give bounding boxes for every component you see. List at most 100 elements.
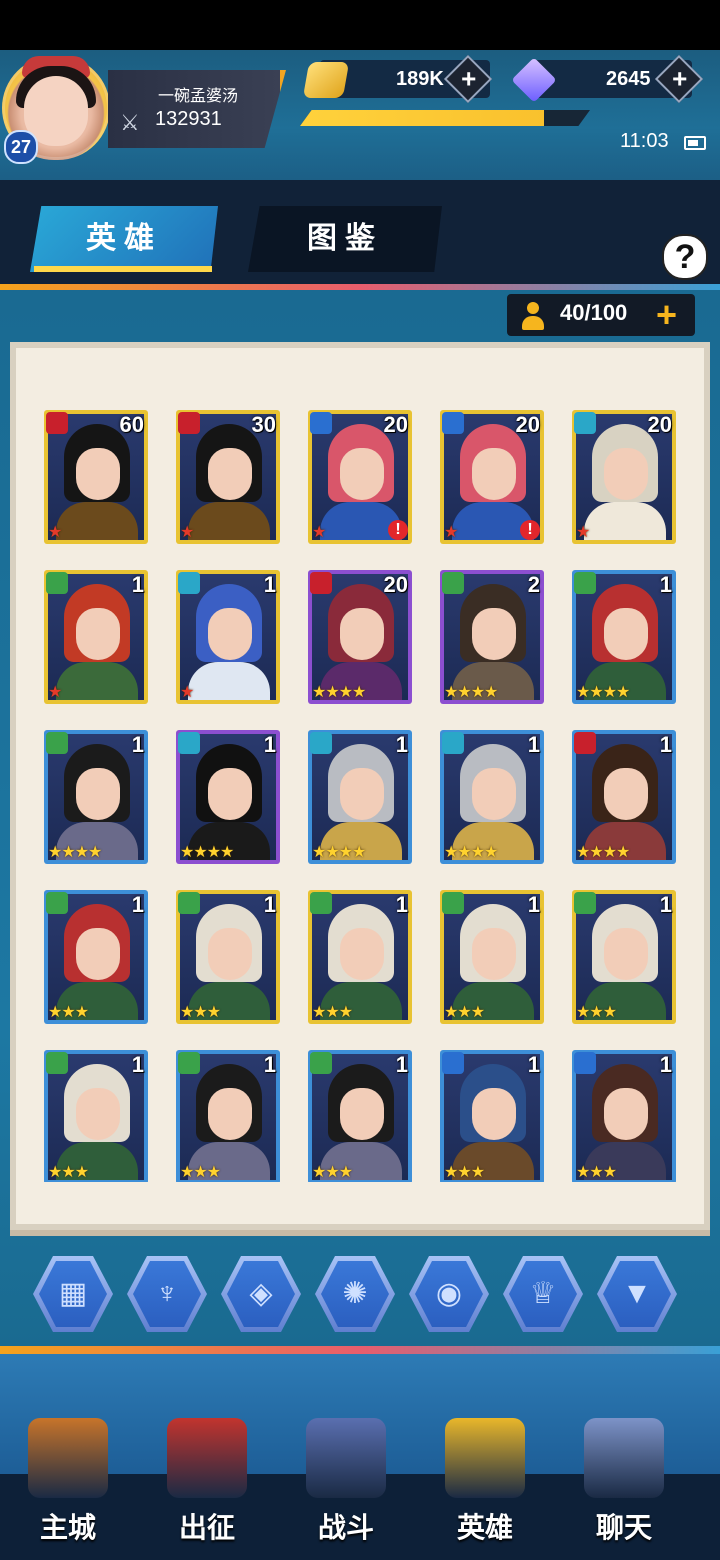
hero-level: 1	[527, 892, 540, 917]
hero-stars: ★	[180, 684, 194, 701]
alert-icon: !	[388, 520, 408, 540]
hero-card[interactable]: 1 ★★★	[572, 890, 676, 1024]
faction-icon	[178, 572, 200, 594]
hero-card[interactable]: 1 ★★★	[440, 890, 544, 1024]
hero-level: 1	[659, 892, 672, 917]
hero-card[interactable]: 1 ★★★	[572, 1050, 676, 1182]
hero-stars: ★	[48, 524, 62, 541]
battery-icon	[684, 136, 706, 150]
gem-value: 2645	[606, 68, 651, 90]
hero-face	[208, 928, 252, 980]
hero-card[interactable]: 1 ★★★	[44, 1050, 148, 1182]
hero-level: 1	[263, 732, 276, 757]
hero-card[interactable]: 1 ★★★	[176, 890, 280, 1024]
hero-card[interactable]: 20 ★!	[440, 410, 544, 544]
hero-card[interactable]: 1 ★★★	[176, 1050, 280, 1182]
hero-face	[604, 448, 648, 500]
gold-icon	[302, 62, 350, 98]
ship-icon[interactable]	[167, 1418, 247, 1498]
hero-stars: ★	[576, 524, 590, 541]
hero-card[interactable]: 1 ★★★	[440, 1050, 544, 1182]
hero-card[interactable]: 1 ★★★★	[440, 730, 544, 864]
hero-stars: ★★★	[312, 1164, 353, 1181]
hero-face	[208, 448, 252, 500]
hero-card[interactable]: 20 ★★★★	[308, 570, 412, 704]
experience-fill	[300, 110, 544, 126]
faction-icon	[46, 572, 68, 594]
chat-icon[interactable]	[584, 1418, 664, 1498]
faction-icon	[46, 412, 68, 434]
faction-icon	[442, 1052, 464, 1074]
faction-icon	[178, 412, 200, 434]
hero-card[interactable]: 1 ★	[44, 570, 148, 704]
hero-card[interactable]: 2 ★★★★	[440, 570, 544, 704]
hero-card[interactable]: 20 ★	[572, 410, 676, 544]
hero-face	[76, 928, 120, 980]
hero-level: 1	[263, 1052, 276, 1077]
filter-icon: ♕	[509, 1261, 577, 1327]
nav-label[interactable]: 聊天	[564, 1506, 684, 1546]
faction-icon	[442, 892, 464, 914]
hero-grid[interactable]: 60 ★ 30 ★ 20 ★! 20 ★! 20 ★ 1 ★ 1 ★ 20 ★★★★ 2 ★★★★ 1 ★★★★ 1 ★★…	[44, 410, 680, 1182]
hero-stars: ★★★	[312, 1004, 353, 1021]
faction-icon	[574, 572, 596, 594]
hero-level: 30	[251, 412, 276, 437]
player-level-badge: 27	[4, 130, 38, 164]
hero-card[interactable]: 1 ★★★★	[308, 730, 412, 864]
player-power: 132931	[155, 108, 222, 130]
faction-icon	[178, 732, 200, 754]
hero-level: 1	[527, 732, 540, 757]
hero-face	[208, 1088, 252, 1140]
hero-level: 1	[263, 572, 276, 597]
hero-card[interactable]: 1 ★★★	[308, 1050, 412, 1182]
swords-icon[interactable]	[306, 1418, 386, 1498]
hero-face	[208, 608, 252, 660]
help-button[interactable]: ?	[662, 234, 708, 280]
hero-capacity-value: 40/100	[560, 300, 628, 325]
plus-icon: +	[461, 63, 477, 94]
hero-card[interactable]: 1 ★★★★	[176, 730, 280, 864]
hero-card[interactable]: 1 ★★★	[44, 890, 148, 1024]
hero-card[interactable]: 1 ★★★	[308, 890, 412, 1024]
faction-icon	[310, 732, 332, 754]
hero-stars: ★	[312, 524, 326, 541]
tab-codex[interactable]: 图鉴	[248, 206, 442, 272]
gold-value: 189K	[396, 68, 444, 90]
hero-card[interactable]: 1 ★★★★	[572, 730, 676, 864]
expand-capacity-button[interactable]: +	[656, 296, 677, 334]
hero-stars: ★★★	[444, 1164, 485, 1181]
faction-icon	[442, 412, 464, 434]
tab-heroes[interactable]: 英雄	[30, 206, 218, 272]
hero-card[interactable]: 60 ★	[44, 410, 148, 544]
hero-stars: ★★★★	[576, 844, 630, 861]
hero-body	[188, 502, 270, 540]
nav-label[interactable]: 英雄	[425, 1506, 545, 1546]
faction-icon	[574, 412, 596, 434]
hero-card[interactable]: 30 ★	[176, 410, 280, 544]
clock: 11:03	[620, 130, 669, 152]
faction-icon	[178, 1052, 200, 1074]
filter-icon: ✺	[321, 1261, 389, 1327]
hero-face	[472, 448, 516, 500]
nav-label[interactable]: 战斗	[286, 1506, 406, 1546]
hero-level: 1	[395, 1052, 408, 1077]
nav-label[interactable]: 出征	[147, 1506, 267, 1546]
hero-face	[340, 448, 384, 500]
nav-label[interactable]: 主城	[8, 1506, 128, 1546]
hero-card[interactable]: 1 ★★★★	[572, 570, 676, 704]
faction-icon	[178, 892, 200, 914]
helmet-icon[interactable]	[445, 1418, 525, 1498]
hero-level: 1	[263, 892, 276, 917]
hero-card[interactable]: 20 ★!	[308, 410, 412, 544]
hero-face	[604, 608, 648, 660]
hero-face	[340, 608, 384, 660]
hero-body	[188, 662, 270, 700]
filter-icon: ◈	[227, 1261, 295, 1327]
hero-card[interactable]: 1 ★	[176, 570, 280, 704]
hero-stars: ★★★★	[180, 844, 234, 861]
hero-card[interactable]: 1 ★★★★	[44, 730, 148, 864]
faction-icon	[574, 732, 596, 754]
hero-stars: ★★★	[180, 1004, 221, 1021]
book-icon[interactable]	[28, 1418, 108, 1498]
hero-stars: ★★★★	[444, 684, 498, 701]
